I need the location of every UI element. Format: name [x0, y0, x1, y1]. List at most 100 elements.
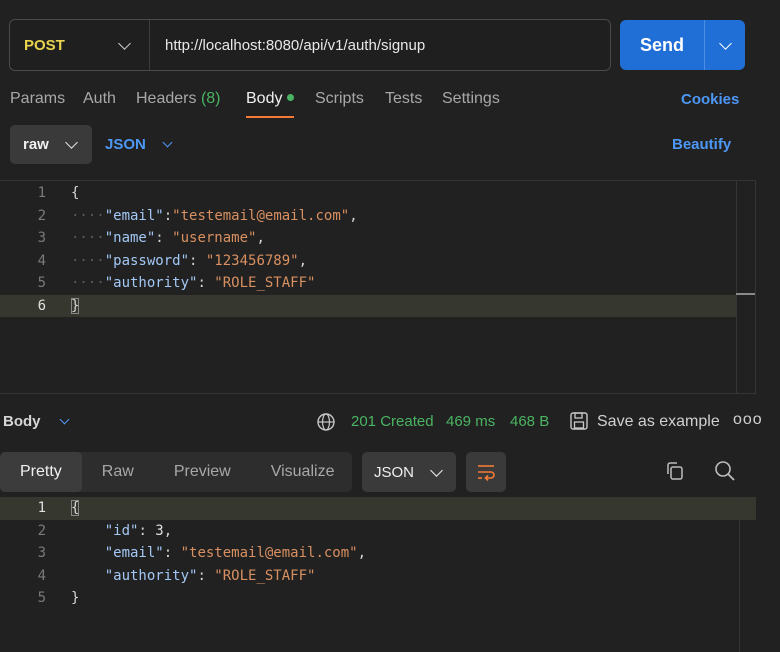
request-body-editor[interactable]: 1 { 2 ····"email":"testemail@email.com",… [0, 180, 756, 394]
line-number: 1 [37, 500, 46, 517]
body-language-label: JSON [105, 136, 146, 153]
code-line: 2 ····"email":"testemail@email.com", [0, 205, 737, 228]
tab-params[interactable]: Params [10, 90, 65, 108]
cookies-link[interactable]: Cookies [681, 91, 739, 108]
chevron-down-icon [430, 463, 443, 477]
code-line: 1 { [0, 182, 737, 205]
json-separator: : [189, 252, 206, 269]
method-label: POST [24, 36, 65, 54]
code-text: { [71, 185, 79, 201]
chevron-down-icon [64, 136, 78, 149]
line-number: 4 [37, 567, 46, 584]
save-as-example-button[interactable]: Save as example [597, 413, 720, 431]
json-key: "id" [104, 522, 139, 539]
response-format-select[interactable]: JSON [362, 452, 456, 492]
response-body-viewer[interactable]: 1 { 2 "id": 3, 3 "email": "testemail@ema… [0, 497, 756, 652]
code-text: ····"email":"testemail@email.com", [71, 208, 358, 224]
tab-label: Pretty [20, 463, 62, 480]
send-button-group: Send [620, 20, 745, 70]
response-time[interactable]: 469 ms [446, 413, 495, 430]
line-number: 6 [37, 297, 46, 314]
send-options-button[interactable] [705, 20, 745, 70]
tab-auth[interactable]: Auth [83, 90, 116, 108]
url-bar: POST [9, 19, 611, 71]
open-brace: { [71, 185, 80, 202]
body-mode-label: raw [23, 136, 49, 153]
headers-count-badge: (8) [200, 90, 221, 107]
tab-label: Auth [83, 90, 116, 107]
open-brace: { [71, 500, 80, 517]
tab-headers[interactable]: Headers (8) [136, 90, 221, 108]
whitespace-marker: ···· [71, 252, 105, 269]
code-text: ····"name": "username", [71, 230, 265, 246]
line-number: 5 [37, 275, 46, 292]
chevron-down-icon [162, 137, 173, 148]
code-text: "authority": "ROLE_STAFF" [104, 567, 316, 584]
tab-label: Body [246, 90, 283, 107]
json-value: "123456789" [205, 252, 299, 269]
whitespace-marker: ···· [71, 275, 105, 292]
code-line: 2 "id": 3, [0, 520, 756, 543]
tab-settings[interactable]: Settings [442, 90, 500, 108]
line-number: 3 [37, 545, 46, 562]
search-icon[interactable] [714, 460, 736, 482]
tab-raw[interactable]: Raw [82, 452, 154, 492]
send-button[interactable]: Send [620, 20, 705, 70]
response-body-select[interactable]: Body [3, 413, 69, 430]
line-number: 1 [37, 185, 46, 202]
code-line: 5 ····"authority": "ROLE_STAFF" [0, 272, 737, 295]
wrap-lines-icon [478, 465, 495, 481]
json-value: "testemail@email.com" [180, 545, 358, 562]
json-key: "authority" [104, 567, 198, 584]
response-format-label: JSON [374, 463, 415, 481]
line-number: 4 [37, 252, 46, 269]
response-view-tabs: Pretty Raw Preview Visualize [0, 452, 352, 492]
json-comma: , [163, 522, 173, 539]
json-comma: , [298, 252, 308, 269]
line-number: 2 [37, 522, 46, 539]
json-key: "password" [104, 252, 190, 269]
tab-body[interactable]: Body [246, 90, 295, 118]
tab-pretty[interactable]: Pretty [0, 452, 82, 492]
chevron-down-icon [59, 414, 69, 425]
editor-scrollbar[interactable] [736, 181, 755, 393]
code-text: } [71, 590, 79, 606]
code-text: ····"authority": "ROLE_STAFF" [71, 275, 315, 291]
url-input[interactable] [150, 20, 610, 70]
close-brace: } [71, 590, 80, 607]
code-line: 5 } [0, 587, 756, 610]
code-line: 4 "authority": "ROLE_STAFF" [0, 565, 756, 588]
tab-tests[interactable]: Tests [385, 90, 422, 108]
chevron-down-icon [718, 36, 732, 50]
beautify-button[interactable]: Beautify [672, 136, 731, 153]
globe-icon[interactable] [316, 412, 336, 432]
code-line: 3 ····"name": "username", [0, 227, 737, 250]
tab-label: Params [10, 90, 66, 107]
json-value: "ROLE_STAFF" [214, 275, 316, 292]
response-size[interactable]: 468 B [510, 413, 549, 430]
tab-visualize[interactable]: Visualize [251, 452, 355, 492]
tab-label: Settings [442, 90, 500, 107]
code-line: 4 ····"password": "123456789", [0, 250, 737, 273]
body-language-select[interactable]: JSON [105, 136, 173, 153]
code-text: } [71, 297, 80, 314]
status-badge[interactable]: 201 Created [351, 413, 434, 430]
code-text: "id": 3, [104, 522, 173, 539]
response-scrollbar[interactable] [739, 497, 740, 652]
body-mode-select[interactable]: raw [10, 125, 92, 164]
tab-label: Headers [136, 90, 197, 107]
more-options-icon[interactable]: ooo [733, 411, 763, 429]
line-number: 5 [37, 590, 46, 607]
tab-preview[interactable]: Preview [154, 452, 251, 492]
copy-icon[interactable] [665, 461, 685, 481]
json-comma: , [256, 230, 265, 247]
tab-label: Raw [101, 463, 134, 480]
tab-scripts[interactable]: Scripts [315, 90, 364, 108]
scrollbar-thumb[interactable] [736, 293, 755, 295]
json-separator: : [155, 230, 173, 247]
json-value: "ROLE_STAFF" [214, 567, 316, 584]
wrap-lines-button[interactable] [466, 452, 506, 492]
response-body-label: Body [3, 413, 41, 430]
tab-label: Scripts [315, 90, 364, 107]
method-select[interactable]: POST [10, 20, 150, 70]
